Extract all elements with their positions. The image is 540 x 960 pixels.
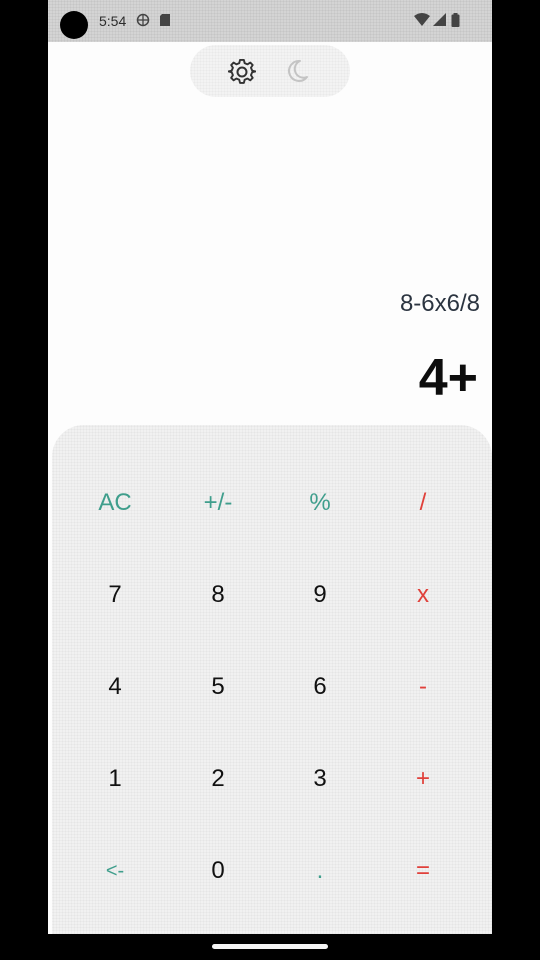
divide-button[interactable]: /: [377, 473, 469, 533]
moon-icon[interactable]: [284, 58, 310, 84]
subtract-button[interactable]: -: [377, 657, 469, 717]
wifi-icon: [414, 13, 430, 26]
cellular-signal-icon: [433, 13, 446, 26]
add-button[interactable]: +: [377, 749, 469, 809]
multiply-button[interactable]: x: [377, 565, 469, 625]
sd-card-icon: [160, 14, 170, 26]
app-screen: 5:54 8-6x6/8 4+ AC +/- % / 7 8 9 x 4 5 6…: [48, 0, 492, 934]
decimal-button[interactable]: .: [274, 841, 366, 901]
digit-0-button[interactable]: 0: [172, 841, 264, 901]
digit-6-button[interactable]: 6: [274, 657, 366, 717]
camera-cutout: [60, 11, 88, 39]
keypad: AC +/- % / 7 8 9 x 4 5 6 - 1 2 3 + <- 0 …: [52, 425, 492, 934]
vpn-globe-icon: [136, 13, 150, 27]
equals-button[interactable]: =: [377, 841, 469, 901]
digit-3-button[interactable]: 3: [274, 749, 366, 809]
digit-2-button[interactable]: 2: [172, 749, 264, 809]
digit-5-button[interactable]: 5: [172, 657, 264, 717]
result-display: 4+: [418, 349, 478, 407]
digit-1-button[interactable]: 1: [69, 749, 161, 809]
home-indicator[interactable]: [212, 944, 328, 949]
clear-button[interactable]: AC: [69, 473, 161, 533]
gear-icon[interactable]: [228, 58, 256, 86]
percent-button[interactable]: %: [274, 473, 366, 533]
digit-8-button[interactable]: 8: [172, 565, 264, 625]
digit-9-button[interactable]: 9: [274, 565, 366, 625]
status-time: 5:54: [99, 13, 127, 29]
top-toolbar: [190, 45, 350, 97]
battery-icon: [451, 13, 460, 27]
status-bar: 5:54: [48, 0, 492, 42]
backspace-button[interactable]: <-: [69, 841, 161, 901]
expression-display: 8-6x6/8: [399, 290, 480, 317]
digit-4-button[interactable]: 4: [69, 657, 161, 717]
digit-7-button[interactable]: 7: [69, 565, 161, 625]
toggle-sign-button[interactable]: +/-: [172, 473, 264, 533]
